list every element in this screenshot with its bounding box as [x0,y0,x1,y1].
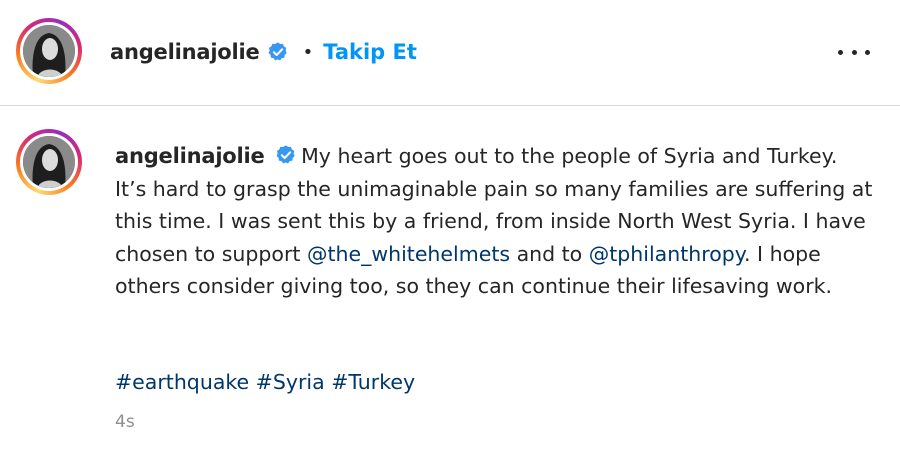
avatar[interactable] [23,136,75,188]
more-options-icon[interactable] [838,42,870,62]
hashtag-link[interactable]: #Turkey [331,370,415,394]
story-ring[interactable] [16,18,82,84]
caption-part-2: and to [510,241,589,266]
separator-dot: • [302,41,314,63]
verified-badge-icon [276,145,295,164]
header-user-row: angelinajolie • Takip Et [110,38,417,66]
verified-badge-icon [268,42,287,61]
caption-text: angelinajolie My heart goes out to the p… [115,140,875,303]
mention-link[interactable]: @tphilanthropy [589,242,744,266]
mention-link[interactable]: @the_whitehelmets [307,242,510,266]
follow-button[interactable]: Takip Et [323,40,417,64]
story-ring[interactable] [16,129,82,195]
post-timestamp[interactable]: 4s [115,412,135,432]
post-header: angelinajolie • Takip Et [0,0,900,106]
avatar[interactable] [23,25,75,77]
hashtag-list: #earthquake #Syria #Turkey [115,366,415,398]
caption-username[interactable]: angelinajolie [115,144,265,168]
hashtag-link[interactable]: #Syria [256,370,325,394]
hashtag-link[interactable]: #earthquake [115,370,249,394]
header-username[interactable]: angelinajolie [110,40,260,64]
